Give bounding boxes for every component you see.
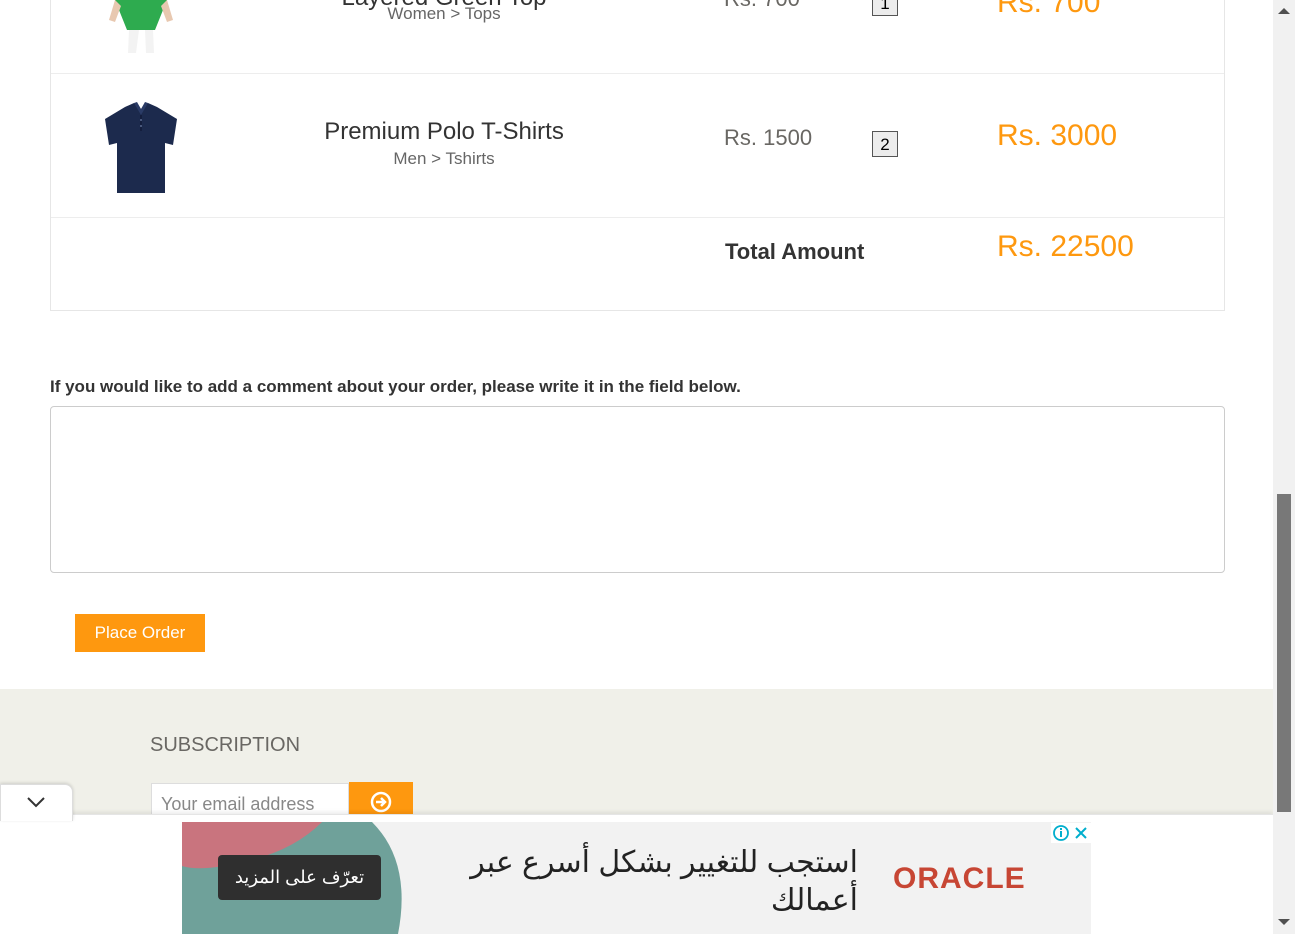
scroll-up-arrow-icon[interactable]	[1278, 8, 1290, 14]
scroll-down-arrow-icon[interactable]	[1278, 919, 1290, 925]
subscription-title: SUBSCRIPTION	[150, 734, 301, 756]
chevron-down-icon	[27, 797, 45, 808]
ad-collapse-tab[interactable]	[0, 784, 73, 821]
product-price: Rs. 1500	[724, 125, 813, 150]
product-image-polo[interactable]	[101, 101, 181, 197]
total-amount-label: Total Amount	[725, 239, 865, 264]
product-name[interactable]: Premium Polo T-Shirts	[294, 118, 594, 146]
ad-creative[interactable]: تعرّف على المزيد استجب للتغيير بشكل أسرع…	[182, 822, 1091, 934]
product-category: Women > Tops	[387, 4, 501, 23]
page: Layered Green Top Women > Tops Rs. 700 1…	[0, 0, 1273, 934]
product-total: Rs. 3000	[997, 119, 1118, 152]
scrollbar[interactable]	[1273, 0, 1295, 934]
total-row: Total Amount Rs. 22500	[51, 217, 1224, 310]
total-amount-value: Rs. 22500	[997, 230, 1134, 263]
ad-cta-button[interactable]: تعرّف على المزيد	[218, 855, 381, 900]
table-row: Premium Polo T-Shirts Men > Tshirts Rs. …	[51, 73, 1224, 218]
table-row: Layered Green Top Women > Tops Rs. 700 1…	[51, 0, 1224, 74]
quantity-button[interactable]: 2	[872, 131, 898, 157]
ad-info-icon[interactable]	[1053, 825, 1069, 841]
product-total: Rs. 700	[997, 0, 1101, 19]
ad-headline: استجب للتغيير بشكل أسرع عبر أعمالك	[470, 846, 858, 917]
scroll-thumb[interactable]	[1277, 494, 1291, 812]
product-image-green-top[interactable]	[101, 0, 181, 53]
product-price: Rs. 700	[724, 0, 800, 12]
comment-label: If you would like to add a comment about…	[50, 377, 741, 396]
oracle-logo: ORACLE	[893, 862, 1026, 895]
product-category: Men > Tshirts	[393, 149, 495, 168]
ad-controls	[1051, 823, 1091, 843]
place-order-button[interactable]: Place Order	[75, 614, 205, 652]
comment-textarea[interactable]	[50, 406, 1225, 573]
ad-close-icon[interactable]	[1075, 827, 1087, 839]
cart-table: Layered Green Top Women > Tops Rs. 700 1…	[50, 0, 1225, 311]
quantity-button[interactable]: 1	[872, 0, 898, 16]
